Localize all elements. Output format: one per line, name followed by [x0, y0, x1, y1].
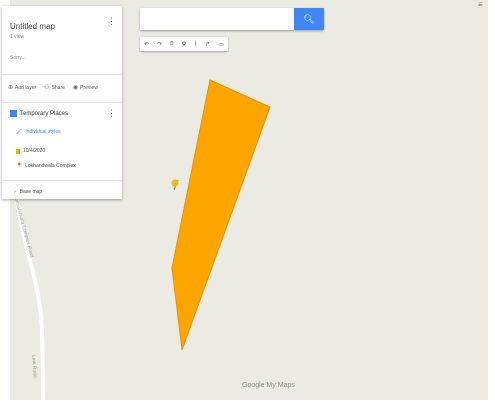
layer-options-icon[interactable]: ⋮	[107, 109, 116, 118]
marker-icon[interactable]: ⚲	[182, 41, 186, 48]
base-map-label: Base map	[19, 189, 43, 195]
search-button[interactable]: 🔍︎	[294, 8, 324, 30]
preview-icon: ◉	[72, 85, 79, 91]
polygon-swatch-icon	[16, 148, 20, 154]
search-input[interactable]	[144, 11, 294, 29]
map-views: 1 view	[10, 34, 25, 40]
layer-item-label: Lokhandwala Complex	[25, 163, 76, 169]
footer-text: Google My Maps	[242, 382, 295, 389]
layer-item-label: 10/4/2020	[23, 148, 46, 154]
google-my-maps-logo: Google My Maps	[242, 382, 295, 389]
orange-polygon[interactable]	[171, 79, 271, 351]
map-toolbar: ↶ ↷ ✋︎ ⚲ ⌇ ↱ ▭	[140, 37, 228, 51]
chevron-right-icon: ›	[14, 189, 16, 195]
share-button[interactable]: ⚇ Share	[44, 84, 65, 92]
share-icon: ⚇	[44, 85, 50, 91]
directions-icon[interactable]: ↱	[205, 41, 210, 48]
layer-header[interactable]: Temporary Places	[10, 110, 68, 117]
divider	[2, 102, 122, 103]
map-options-icon[interactable]: ⋮	[107, 17, 116, 26]
map-info-panel: Untitled map 1 view Sorry... ⋮ ⊕ Add lay…	[2, 6, 122, 199]
redo-icon[interactable]: ↷	[157, 41, 162, 48]
divider	[2, 180, 122, 181]
undo-icon[interactable]: ↶	[144, 41, 149, 48]
add-layer-icon: ⊕	[8, 85, 14, 91]
add-layer-label: Add layer	[15, 84, 37, 91]
preview-button[interactable]: ◉ Preview	[72, 84, 98, 92]
add-layer-button[interactable]: ⊕ Add layer	[8, 84, 37, 92]
share-label: Share	[51, 84, 65, 91]
hamburger-menu-icon[interactable]: ≡	[478, 1, 483, 9]
style-label: Individual styles	[25, 129, 61, 135]
individual-styles-link[interactable]: 🖌 Individual styles	[16, 129, 61, 135]
line-icon[interactable]: ⌇	[194, 41, 197, 48]
hand-icon[interactable]: ✋︎	[170, 41, 173, 48]
search-icon: 🔍︎	[303, 13, 315, 24]
map-description[interactable]: Sorry...	[10, 55, 26, 61]
pin-icon: 📍	[16, 163, 23, 169]
pushpin-marker[interactable]	[171, 179, 179, 191]
search-box: 🔍︎	[140, 8, 324, 30]
map-actions: ⊕ Add layer ⚇ Share ◉ Preview	[8, 84, 98, 92]
layer-item-marker[interactable]: 📍 Lokhandwala Complex	[16, 163, 76, 169]
layer-item-polygon[interactable]: 10/4/2020	[16, 148, 45, 154]
layer-checkbox[interactable]	[10, 110, 17, 117]
base-map-toggle[interactable]: › Base map	[14, 189, 42, 195]
style-paint-icon: 🖌	[16, 129, 23, 135]
preview-label: Preview	[80, 84, 98, 91]
divider	[2, 74, 122, 75]
map-title[interactable]: Untitled map	[10, 22, 55, 31]
ruler-icon[interactable]: ▭	[218, 41, 224, 48]
layer-title[interactable]: Temporary Places	[20, 111, 68, 117]
